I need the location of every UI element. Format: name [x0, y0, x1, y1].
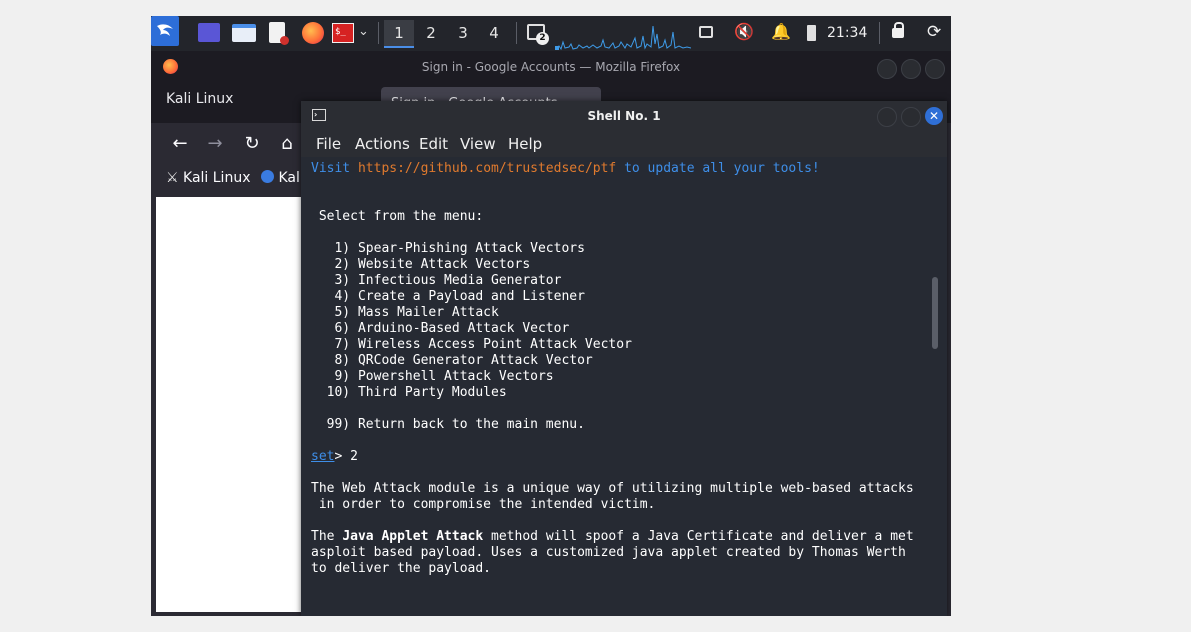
menu-option: 1) Spear-Phishing Attack Vectors [311, 241, 585, 256]
minimize-button[interactable] [877, 59, 897, 79]
select-prompt: Select from the menu: [311, 209, 484, 224]
notification-bell-icon[interactable]: 🔔 [771, 22, 791, 41]
menu-option: 10) Third Party Modules [311, 385, 507, 400]
menu-option: 8) QRCode Generator Attack Vector [311, 353, 593, 368]
kali-tools-icon [261, 170, 274, 183]
lock-icon[interactable] [892, 22, 904, 38]
bookmark-kali-linux[interactable]: ⚔ Kali Linux [166, 170, 250, 186]
separator [516, 22, 517, 44]
maximize-button[interactable] [901, 59, 921, 79]
java-applet-description: The Java Applet Attack method will spoof… [311, 529, 914, 544]
menu-option: 6) Arduino-Based Attack Vector [311, 321, 570, 336]
menu-option: 7) Wireless Access Point Attack Vector [311, 337, 632, 352]
network-icon[interactable] [699, 26, 713, 38]
task-badge: 2 [536, 32, 549, 45]
terminal-title-bar: › Shell No. 1 ✕ [301, 101, 947, 131]
terminal-icon: › [312, 109, 326, 121]
terminal-icon[interactable]: $_ [332, 23, 354, 43]
terminal-close-button[interactable]: ✕ [925, 107, 943, 125]
menu-option: 4) Create a Payload and Listener [311, 289, 585, 304]
kali-dragon-icon [157, 24, 173, 36]
menu-option: 5) Mass Mailer Attack [311, 305, 499, 320]
terminal-menu-bar: File Actions Edit View Help [301, 131, 947, 157]
terminal-scrollbar[interactable] [932, 277, 938, 349]
taskbar: $_ ⌄ 1 2 3 4 2 🔇 🔔 21:34 ⟳ [151, 16, 951, 52]
web-attack-description: in order to compromise the intended vict… [311, 497, 656, 512]
forward-arrow-icon[interactable]: → [201, 129, 229, 157]
command-prompt: set> 2 [311, 449, 358, 464]
ptf-url: https://github.com/trustedsec/ptf [357, 161, 617, 176]
reload-icon[interactable]: ↻ [238, 129, 266, 157]
bookmark-kali-linux-label: Kali Linux [183, 170, 251, 186]
battery-icon[interactable] [807, 25, 816, 41]
bookmark-kali[interactable]: Kali [261, 170, 304, 186]
menu-edit[interactable]: Edit [419, 135, 448, 153]
bookmark-kali-label: Kali [278, 170, 304, 186]
home-icon[interactable]: ⌂ [273, 129, 301, 157]
text-editor-icon[interactable] [269, 22, 289, 45]
menu-option: 9) Powershell Attack Vectors [311, 369, 554, 384]
menu-option: 2) Website Attack Vectors [311, 257, 531, 272]
terminal-output[interactable]: Visit https://github.com/trustedsec/ptf … [301, 157, 947, 616]
return-option: 99) Return back to the main menu. [311, 417, 585, 432]
logout-icon[interactable]: ⟳ [927, 22, 941, 42]
menu-file[interactable]: File [316, 135, 341, 153]
web-attack-description: The Web Attack module is a unique way of… [311, 481, 914, 496]
terminal-maximize-button[interactable] [901, 107, 921, 127]
java-applet-description: to deliver the payload. [311, 561, 492, 576]
clock[interactable]: 21:34 [827, 16, 867, 51]
back-arrow-icon[interactable]: ← [166, 129, 194, 157]
kali-dragon-icon: ⚔ [166, 170, 179, 186]
desktop: $_ ⌄ 1 2 3 4 2 🔇 🔔 21:34 ⟳ Sign in - Goo… [151, 16, 951, 616]
task-manager-icon[interactable]: 2 [527, 24, 549, 45]
menu-actions[interactable]: Actions [355, 135, 410, 153]
firefox-icon[interactable] [302, 22, 324, 44]
chevron-down-icon[interactable]: ⌄ [358, 24, 369, 39]
terminal-window: › Shell No. 1 ✕ File Actions Edit View H… [301, 101, 947, 616]
separator [378, 22, 379, 44]
firefox-window-title: Sign in - Google Accounts — Mozilla Fire… [421, 60, 681, 74]
terminal-title: Shell No. 1 [587, 109, 661, 123]
workspace-4[interactable]: 4 [479, 20, 509, 46]
tab-kali-linux[interactable]: Kali Linux [166, 91, 233, 107]
volume-muted-icon[interactable]: 🔇 [734, 22, 754, 41]
workspace-3[interactable]: 3 [448, 20, 478, 46]
java-applet-description: asploit based payload. Uses a customized… [311, 545, 906, 560]
menu-view[interactable]: View [460, 135, 496, 153]
close-button[interactable] [925, 59, 945, 79]
kali-menu-button[interactable] [151, 16, 179, 46]
update-line: Visit https://github.com/trustedsec/ptf … [311, 161, 820, 176]
workspace-1[interactable]: 1 [384, 20, 414, 48]
set-prompt: set [311, 449, 335, 464]
cpu-graph [555, 25, 691, 50]
firefox-title-bar: Sign in - Google Accounts — Mozilla Fire… [151, 51, 951, 83]
terminal-minimize-button[interactable] [877, 107, 897, 127]
firefox-window: Sign in - Google Accounts — Mozilla Fire… [151, 51, 951, 616]
firefox-logo-icon [163, 59, 178, 74]
separator [879, 22, 880, 44]
show-desktop-icon[interactable] [198, 23, 220, 42]
workspace-2[interactable]: 2 [416, 20, 446, 46]
menu-help[interactable]: Help [508, 135, 542, 153]
file-manager-icon[interactable] [232, 24, 256, 42]
menu-option: 3) Infectious Media Generator [311, 273, 562, 288]
